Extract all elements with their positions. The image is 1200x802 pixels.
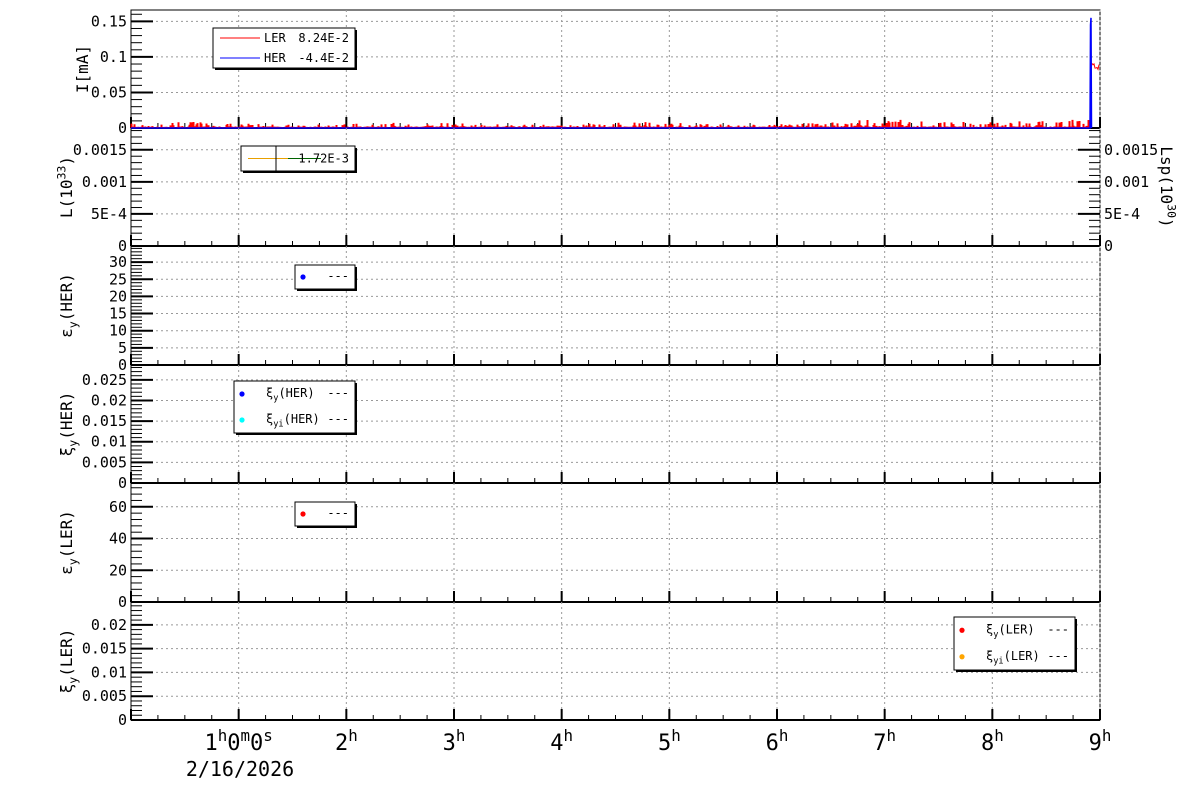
legend-value: 8.24E-2 [298, 31, 349, 45]
y-tick-label: 0.005 [82, 687, 127, 705]
right-tick-label: 0.001 [1104, 173, 1149, 191]
x-tick-label: 8h​ [981, 726, 1004, 756]
legend: --- [294, 501, 357, 528]
y-tick-label: 0 [118, 593, 127, 611]
y-tick-label: 30 [109, 253, 127, 271]
panel-4: 0 0.005 0.01 0.015 0.02 0.025ξy​(HER) ξy​(HER)… [57, 365, 1101, 492]
legend-marker [959, 627, 965, 633]
y-tick-label: 0.015 [82, 412, 127, 430]
y-tick-label: 0.005 [82, 453, 127, 471]
panel-1: 0 0.05 0.1 0.15 I[mA] LER 8.24E-2 HER -4.4E-2 [73, 10, 1101, 137]
legend-value: -4.4E-2 [298, 51, 349, 65]
x-tick-label: 1h​0m​0s​ [204, 726, 272, 756]
x-tick-label: 6h​ [766, 726, 789, 756]
right-tick-label: 0 [1104, 237, 1113, 255]
y-tick-label: 0.0015 [73, 141, 127, 159]
y-tick-label: 0 [118, 474, 127, 492]
legend-value: --- [327, 412, 349, 426]
y-axis-label: I[mA] [73, 45, 92, 93]
legend-marker [300, 274, 306, 280]
legend-marker [239, 417, 245, 423]
legend-value: --- [327, 506, 349, 520]
legend: --- [294, 264, 357, 291]
y-axis-label: ξy​(HER) [57, 392, 80, 457]
legend-marker [300, 511, 306, 517]
panel-5: 0 20 40 60 εy​(LER) --- [57, 483, 1101, 611]
y-tick-label: 0.15 [91, 12, 127, 30]
legend-name: HER [264, 51, 286, 65]
y-tick-label: 20 [109, 287, 127, 305]
y-axis-label: ξy​(LER) [57, 629, 80, 694]
legend-name: LER [264, 31, 286, 45]
legend: 1.72E-3 [240, 145, 357, 173]
x-tick-label: 5h​ [658, 726, 681, 756]
x-tick-label: 7h​ [873, 726, 896, 756]
y-tick-label: 0 [118, 119, 127, 137]
series-LER [130, 119, 1090, 129]
legend-marker [959, 654, 965, 660]
legend-value: --- [1047, 622, 1069, 636]
x-tick-label: 3h​ [443, 726, 466, 756]
legend-value: --- [327, 269, 349, 283]
y-tick-label: 0.01 [91, 663, 127, 681]
legend-value: 1.72E-3 [298, 152, 349, 166]
legend-value: --- [327, 386, 349, 400]
legend: LER 8.24E-2 HER -4.4E-2 [212, 27, 357, 70]
date-label: 2/16/2026 [186, 757, 294, 781]
panel-6: 0 0.005 0.01 0.015 0.02 ξy​(LER) ξy​(LER)---ξy… [57, 602, 1101, 729]
y-tick-label: 40 [109, 530, 127, 548]
y-tick-label: 25 [109, 270, 127, 288]
y-tick-label: 0.001 [82, 173, 127, 191]
y-tick-label: 0.025 [82, 371, 127, 389]
y-tick-label: 0.015 [82, 640, 127, 658]
y-tick-label: 60 [109, 498, 127, 516]
y-axis-label: L(1033​) [55, 156, 76, 218]
y-axis-label: εy​(LER) [57, 510, 80, 575]
x-tick-label: 4h​ [550, 726, 573, 756]
x-tick-label: 2h​ [335, 726, 358, 756]
legend-marker [239, 391, 245, 397]
y-tick-label: 0.1 [100, 48, 127, 66]
y-tick-label: 0.02 [91, 391, 127, 409]
y-axis-label: εy​(HER) [57, 273, 80, 338]
y-tick-label: 10 [109, 322, 127, 340]
y-tick-label: 20 [109, 561, 127, 579]
y-tick-label: 15 [109, 305, 127, 323]
right-tick-label: 5E-4 [1104, 205, 1140, 223]
y-tick-label: 0.05 [91, 83, 127, 101]
x-tick-label: 9h​ [1089, 726, 1112, 756]
panel-3: 051015202530εy​(HER)--- [57, 246, 1101, 374]
panel-2: 05E-40.0010.0015L(1033​)05E-40.0010.0015… [55, 128, 1178, 255]
stripchart: 0 0.05 0.1 0.15 I[mA] LER 8.24E-2 HER -4.4E-2 0 5E… [55, 9, 1178, 781]
legend-value: --- [1047, 649, 1069, 663]
legend: ξy​(HER)---ξyi​(HER)--- [233, 380, 357, 435]
y-tick-label: 5 [118, 339, 127, 357]
series-LER-tail [1090, 62, 1100, 71]
y-tick-label: 5E-4 [91, 205, 127, 223]
right-axis-label: Lsp(1030​) [1157, 146, 1178, 227]
y-tick-label: 0.01 [91, 433, 127, 451]
right-tick-label: 0.0015 [1104, 141, 1158, 159]
legend: ξy​(LER)---ξyi​(LER)--- [953, 616, 1077, 672]
y-tick-label: 0 [118, 711, 127, 729]
y-tick-label: 0.02 [91, 616, 127, 634]
